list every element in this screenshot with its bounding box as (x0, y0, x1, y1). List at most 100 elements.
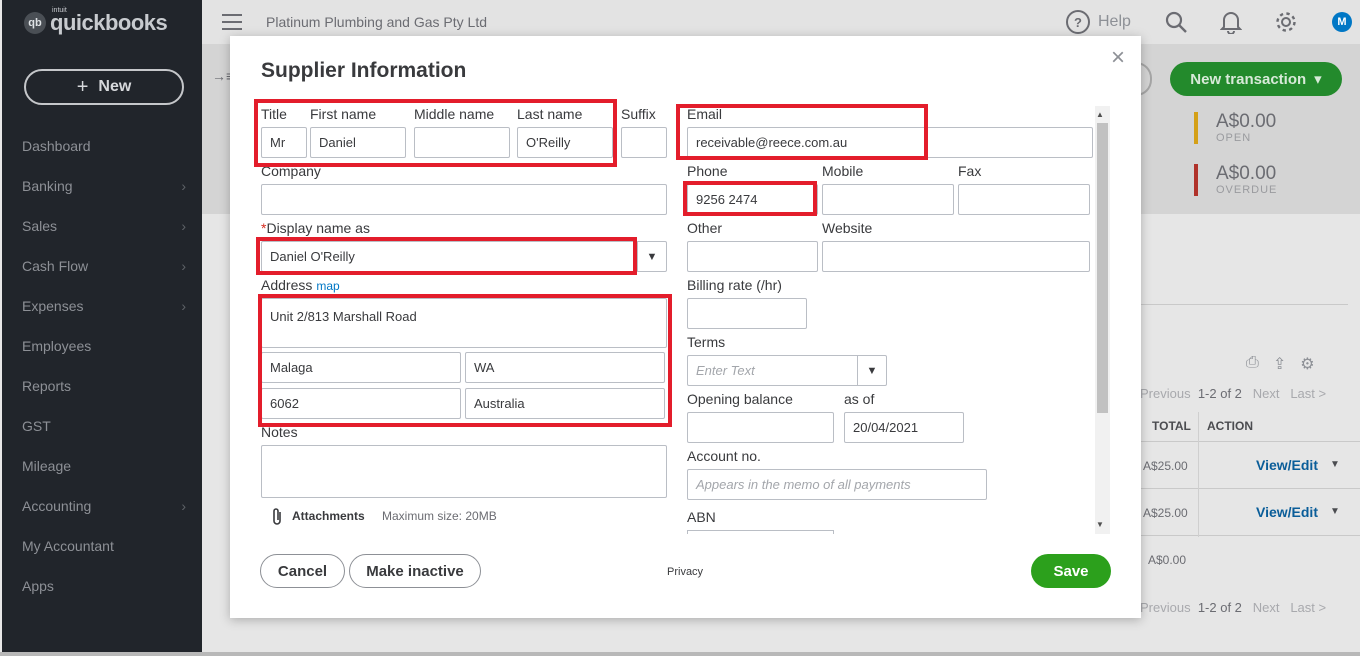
mobile-label: Mobile (822, 163, 864, 179)
column-divider (1198, 412, 1199, 537)
website-label: Website (822, 220, 873, 236)
chevron-right-icon: › (181, 498, 186, 514)
sidebar-item-label: Reports (22, 378, 72, 394)
sidebar-item-reports[interactable]: Reports (2, 366, 202, 406)
help-button[interactable]: ? Help (1066, 10, 1131, 34)
hamburger-menu-icon[interactable] (222, 14, 242, 35)
view-edit-link[interactable]: View/Edit (1256, 457, 1318, 473)
billing-rate-field[interactable] (687, 298, 807, 329)
email-field[interactable]: receivable@reece.com.au (687, 127, 1093, 158)
sidebar-item-label: Dashboard (22, 138, 91, 154)
website-field[interactable] (822, 241, 1090, 272)
account-no-field[interactable]: Appears in the memo of all payments (687, 469, 987, 500)
title-field[interactable]: Mr (261, 127, 307, 158)
phone-field[interactable]: 9256 2474 (687, 184, 818, 215)
pager-range: 1-2 of 2 (1197, 386, 1242, 401)
quickbooks-logo[interactable]: qb intuit quickbooks (24, 7, 168, 36)
row-total: A$25.00 (1143, 459, 1188, 473)
as-of-label: as of (844, 391, 875, 407)
last-name-field[interactable]: O'Reilly (517, 127, 613, 158)
row-action-caret-icon[interactable]: ▼ (1330, 506, 1340, 517)
attachments-label[interactable]: Attachments (292, 509, 365, 523)
pager-previous[interactable]: Previous (1140, 600, 1191, 615)
company-label: Company (261, 163, 321, 179)
make-inactive-button[interactable]: Make inactive (349, 554, 481, 588)
avatar[interactable]: M (1332, 12, 1352, 32)
privacy-link[interactable]: Privacy (667, 566, 703, 578)
abn-field[interactable] (687, 530, 834, 534)
pager-last[interactable]: Last > (1290, 386, 1326, 401)
table-row: A$25.00 View/Edit ▼ (1140, 490, 1360, 536)
search-icon[interactable] (1164, 10, 1188, 40)
pager-next[interactable]: Next (1253, 386, 1280, 401)
map-link[interactable]: map (316, 279, 339, 293)
row-total: A$25.00 (1143, 506, 1188, 520)
overdue-balance-stat: A$0.00 OVERDUE (1194, 164, 1314, 196)
sidebar-item-my-accountant[interactable]: My Accountant (2, 526, 202, 566)
country-field[interactable]: Australia (465, 388, 665, 419)
company-field[interactable] (261, 184, 667, 215)
print-icon[interactable]: ⎙ (1246, 354, 1259, 374)
quickbooks-wordmark-text: quickbooks (50, 10, 168, 35)
row-action-caret-icon[interactable]: ▼ (1330, 459, 1340, 470)
mobile-field[interactable] (822, 184, 954, 215)
display-name-select[interactable]: Daniel O'Reilly (261, 241, 667, 272)
supplier-information-dialog: Supplier Information × Title First name … (230, 36, 1141, 618)
sidebar-item-label: Expenses (22, 298, 84, 314)
sidebar-item-employees[interactable]: Employees (2, 326, 202, 366)
scroll-down-icon[interactable]: ▼ (1096, 520, 1104, 529)
paperclip-icon[interactable] (271, 507, 283, 532)
city-field[interactable]: Malaga (261, 352, 461, 383)
notes-label: Notes (261, 424, 298, 440)
sidebar-item-mileage[interactable]: Mileage (2, 446, 202, 486)
dialog-title: Supplier Information (261, 59, 467, 82)
state-field[interactable]: WA (465, 352, 665, 383)
export-icon[interactable]: ⇪ (1273, 354, 1286, 374)
other-field[interactable] (687, 241, 818, 272)
street-address-field[interactable]: Unit 2/813 Marshall Road (261, 298, 667, 348)
sidebar-item-label: Accounting (22, 498, 92, 514)
scrollbar-thumb[interactable] (1097, 123, 1108, 413)
fax-field[interactable] (958, 184, 1090, 215)
terms-label: Terms (687, 334, 726, 350)
sidebar-item-dashboard[interactable]: Dashboard (2, 126, 202, 166)
sidebar-item-sales[interactable]: Sales › (2, 206, 202, 246)
new-transaction-button[interactable]: New transaction ▾ (1170, 62, 1342, 96)
chevron-right-icon: › (181, 218, 186, 234)
close-icon[interactable]: × (1111, 44, 1125, 72)
sidebar-item-label: Cash Flow (22, 258, 89, 274)
help-label: Help (1098, 13, 1131, 30)
new-button[interactable]: + New (24, 69, 184, 105)
gear-icon[interactable] (1274, 10, 1298, 40)
pager-last[interactable]: Last > (1290, 600, 1326, 615)
sidebar-item-accounting[interactable]: Accounting › (2, 486, 202, 526)
notification-bell-icon[interactable] (1219, 10, 1243, 40)
middle-name-field[interactable] (414, 127, 510, 158)
other-label: Other (687, 220, 723, 236)
table-settings-gear-icon[interactable]: ⚙ (1300, 354, 1314, 374)
scroll-up-icon[interactable]: ▲ (1096, 110, 1104, 119)
caret-down-icon[interactable]: ▼ (637, 242, 666, 271)
as-of-date-field[interactable]: 20/04/2021 (844, 412, 964, 443)
save-button[interactable]: Save (1031, 554, 1111, 588)
sidebar-item-banking[interactable]: Banking › (2, 166, 202, 206)
sidebar-item-expenses[interactable]: Expenses › (2, 286, 202, 326)
pager-previous[interactable]: Previous (1140, 386, 1191, 401)
cancel-button[interactable]: Cancel (260, 554, 345, 588)
sidebar-item-gst[interactable]: GST (2, 406, 202, 446)
column-header-total[interactable]: TOTAL (1152, 419, 1191, 433)
quickbooks-wordmark: intuit quickbooks (50, 7, 168, 36)
caret-down-icon[interactable]: ▼ (857, 356, 886, 385)
sidebar-item-cash-flow[interactable]: Cash Flow › (2, 246, 202, 286)
notes-field[interactable] (261, 445, 667, 498)
first-name-field[interactable]: Daniel (310, 127, 406, 158)
address-label: Address map (261, 277, 340, 293)
postcode-field[interactable]: 6062 (261, 388, 461, 419)
overdue-label: OVERDUE (1216, 184, 1278, 196)
view-edit-link[interactable]: View/Edit (1256, 504, 1318, 520)
pager-next[interactable]: Next (1253, 600, 1280, 615)
sidebar-item-label: GST (22, 418, 51, 434)
suffix-field[interactable] (621, 127, 667, 158)
opening-balance-field[interactable] (687, 412, 834, 443)
sidebar-item-apps[interactable]: Apps (2, 566, 202, 606)
